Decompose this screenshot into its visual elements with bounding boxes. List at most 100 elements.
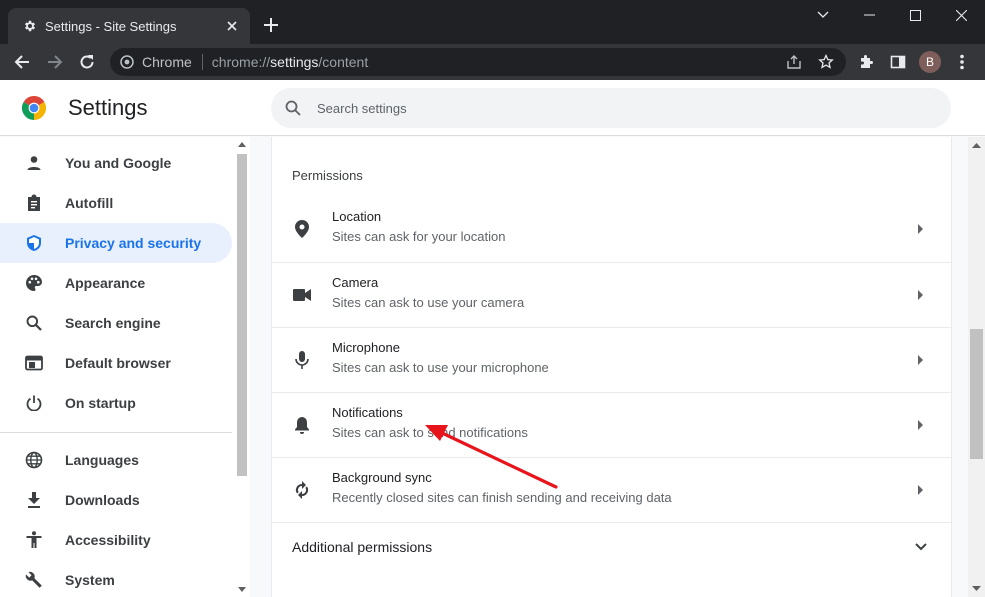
address-bar[interactable]: Chrome chrome://settings/content	[110, 48, 846, 76]
permission-row-location[interactable]: Location Sites can ask for your location	[272, 197, 951, 262]
sidebar-item-you-and-google[interactable]: You and Google	[0, 143, 232, 183]
main-scrollbar[interactable]	[968, 137, 985, 597]
browser-toolbar: Chrome chrome://settings/content B	[0, 44, 985, 80]
close-tab-icon[interactable]	[224, 18, 240, 34]
person-icon	[24, 153, 44, 173]
new-tab-icon[interactable]	[262, 16, 280, 34]
share-icon[interactable]	[782, 50, 806, 74]
sidebar-item-label: On startup	[65, 395, 136, 411]
gear-icon	[22, 18, 38, 34]
sidebar-item-label: Downloads	[65, 492, 140, 508]
permission-row-background-sync[interactable]: Background sync Recently closed sites ca…	[272, 457, 951, 522]
sidebar-scrollbar[interactable]	[234, 137, 250, 597]
tab-settings[interactable]: Settings - Site Settings	[8, 8, 250, 44]
sidebar-item-label: System	[65, 572, 115, 588]
tab-search-chevron-icon[interactable]	[800, 0, 846, 30]
sidebar-item-label: Accessibility	[65, 532, 151, 548]
permission-row-microphone[interactable]: Microphone Sites can ask to use your mic…	[272, 327, 951, 392]
url-path: /content	[318, 54, 369, 70]
maximize-icon[interactable]	[892, 0, 938, 30]
settings-header: Settings	[0, 80, 985, 136]
site-settings-card: Permissions Location Sites can ask for y…	[271, 137, 952, 597]
profile-avatar[interactable]: B	[919, 51, 941, 73]
sidebar-item-label: Autofill	[65, 195, 114, 211]
url-scheme: chrome://	[211, 54, 271, 70]
tab-title: Settings - Site Settings	[45, 18, 177, 34]
accessibility-icon	[24, 530, 44, 550]
url-text[interactable]: chrome://settings/content	[212, 54, 368, 70]
shield-icon	[24, 233, 44, 253]
kebab-menu-icon[interactable]	[950, 50, 974, 74]
search-input[interactable]	[317, 100, 877, 116]
tab-strip: Settings - Site Settings	[0, 0, 985, 44]
chevron-down-icon	[913, 539, 929, 555]
permission-subtitle: Recently closed sites can finish sending…	[332, 490, 672, 505]
globe-icon	[24, 450, 44, 470]
sidebar-item-default-browser[interactable]: Default browser	[0, 343, 232, 383]
scroll-up-arrow-icon[interactable]	[238, 141, 246, 147]
additional-permissions-label: Additional permissions	[292, 539, 433, 555]
caret-right-icon	[915, 289, 925, 301]
permission-subtitle: Sites can ask to use your camera	[332, 295, 525, 310]
main-scrollbar-thumb[interactable]	[970, 329, 983, 459]
sidebar-item-system[interactable]: System	[0, 560, 232, 597]
sidebar-item-label: Languages	[65, 452, 139, 468]
sidebar-item-label: Search engine	[65, 315, 161, 331]
omnibox-separator	[201, 54, 203, 70]
sidebar: You and Google Autofill Privacy and secu…	[0, 137, 234, 597]
scroll-up-arrow-icon[interactable]	[972, 142, 981, 148]
scroll-down-arrow-icon[interactable]	[972, 586, 981, 592]
power-icon	[24, 393, 44, 413]
sidebar-item-languages[interactable]: Languages	[0, 440, 232, 480]
sidebar-item-label: You and Google	[65, 155, 172, 171]
wrench-icon	[24, 570, 44, 590]
permissions-heading: Permissions	[292, 168, 363, 183]
sidebar-item-downloads[interactable]: Downloads	[0, 480, 232, 520]
permission-title: Notifications	[332, 405, 403, 420]
sidebar-item-privacy-and-security[interactable]: Privacy and security	[0, 223, 232, 263]
permission-row-camera[interactable]: Camera Sites can ask to use your camera	[272, 262, 951, 327]
page-title: Settings	[68, 95, 148, 120]
search-icon	[24, 313, 44, 333]
palette-icon	[24, 273, 44, 293]
caret-right-icon	[915, 354, 925, 366]
sidebar-item-search-engine[interactable]: Search engine	[0, 303, 232, 343]
bookmark-star-icon[interactable]	[814, 50, 838, 74]
sidebar-scrollbar-thumb[interactable]	[237, 154, 247, 476]
window-close-icon[interactable]	[938, 0, 984, 30]
permission-subtitle: Sites can ask to send notifications	[332, 425, 528, 440]
minimize-icon[interactable]	[846, 0, 892, 30]
sidebar-item-label: Appearance	[65, 275, 146, 291]
camera-icon	[292, 285, 312, 305]
permission-title: Camera	[332, 275, 379, 290]
search-icon	[283, 98, 303, 118]
settings-page: Settings You and Google Autofill Privacy…	[0, 80, 985, 597]
bell-icon	[292, 415, 312, 435]
forward-arrow-icon[interactable]	[43, 50, 67, 74]
sidebar-item-accessibility[interactable]: Accessibility	[0, 520, 232, 560]
additional-permissions-expander[interactable]: Additional permissions	[272, 522, 951, 572]
scroll-down-arrow-icon[interactable]	[238, 587, 246, 593]
omnibox-site-chip: Chrome	[142, 54, 192, 70]
sidebar-item-appearance[interactable]: Appearance	[0, 263, 232, 303]
sync-icon	[292, 480, 312, 500]
settings-search[interactable]	[271, 88, 951, 128]
sidebar-item-autofill[interactable]: Autofill	[0, 183, 232, 223]
permission-row-notifications[interactable]: Notifications Sites can ask to send noti…	[272, 392, 951, 457]
permission-title: Location	[332, 209, 382, 224]
permission-title: Background sync	[332, 470, 432, 485]
reload-icon[interactable]	[75, 50, 99, 74]
back-arrow-icon[interactable]	[10, 50, 34, 74]
sidebar-item-on-startup[interactable]: On startup	[0, 383, 232, 423]
extensions-puzzle-icon[interactable]	[854, 50, 878, 74]
permission-subtitle: Sites can ask to use your microphone	[332, 360, 549, 375]
permission-subtitle: Sites can ask for your location	[332, 229, 506, 244]
caret-right-icon	[915, 484, 925, 496]
side-panel-icon[interactable]	[886, 50, 910, 74]
chrome-site-icon[interactable]	[120, 55, 134, 69]
caret-right-icon	[915, 419, 925, 431]
clipboard-icon	[24, 193, 44, 213]
chrome-logo-icon	[21, 95, 47, 120]
sidebar-divider	[0, 432, 232, 433]
download-icon	[24, 490, 44, 510]
